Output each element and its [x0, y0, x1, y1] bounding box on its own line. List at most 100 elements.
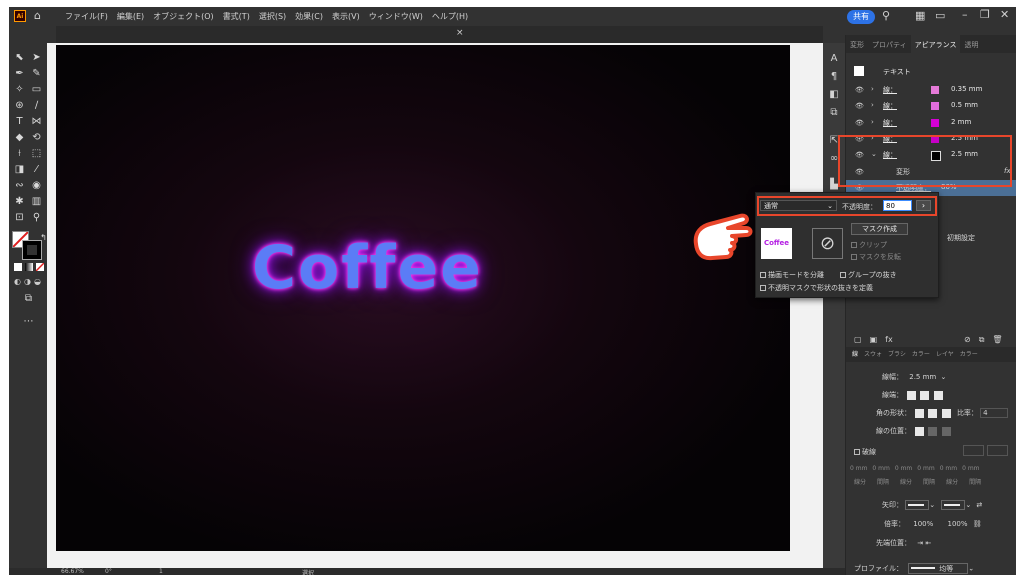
gradient-tool-icon[interactable]: ◨ [13, 163, 26, 176]
graph-tool-icon[interactable]: ▥ [30, 195, 43, 208]
isolate-blending-option[interactable]: 描画モードを分離 [760, 270, 824, 280]
arrange-documents-icon[interactable]: ▦ [915, 10, 925, 22]
menu-file[interactable]: ファイル(F) [65, 11, 108, 22]
zoom-level[interactable]: 66.67% [61, 568, 84, 575]
close-window-icon[interactable]: ✕ [1000, 9, 1009, 21]
stroke-weight[interactable]: 2 mm [951, 118, 971, 126]
stroke-row-1[interactable]: 👁 › 線： 0.35 mm [846, 82, 1016, 98]
end-scale[interactable]: 100% [947, 520, 967, 528]
paintbrush-tool-icon[interactable]: ∕ [30, 99, 43, 112]
start-arrow-select[interactable] [905, 500, 930, 510]
stroke-weight[interactable]: 0.35 mm [951, 85, 982, 93]
tab-transform[interactable]: 変形 [846, 35, 868, 53]
reflect-tool-icon[interactable]: ⋈ [30, 115, 43, 128]
eyedropper-tool-icon[interactable]: ⁄ [30, 163, 43, 176]
gap-3[interactable]: 0 mm [962, 465, 979, 472]
add-stroke-icon[interactable]: ▢ [854, 335, 862, 344]
knockout-group-option[interactable]: グループの抜き [840, 270, 897, 280]
profile-select[interactable]: 均等 [908, 563, 969, 574]
popup-opacity-input[interactable]: 80 [883, 200, 912, 211]
align-outside-button[interactable] [941, 426, 951, 436]
tab-properties[interactable]: プロパティ [868, 35, 911, 53]
eraser-tool-icon[interactable]: ◆ [13, 131, 26, 144]
invert-mask-option[interactable]: マスクを反転 [851, 252, 901, 262]
round-cap-button[interactable] [920, 390, 930, 400]
artboard-tool-icon[interactable]: ⊡ [13, 211, 26, 224]
opacity-slider-button[interactable]: › [916, 200, 931, 211]
tab-brushes[interactable]: ブラシ [888, 347, 906, 362]
dashed-label[interactable]: 破線 [862, 448, 876, 456]
home-icon[interactable]: ⌂ [34, 10, 41, 22]
chevron-right-icon[interactable]: › [871, 85, 874, 93]
minimize-icon[interactable]: – [962, 9, 968, 21]
live-paint-tool-icon[interactable]: ◉ [30, 179, 43, 192]
glyphs-panel-icon[interactable]: ⧉ [828, 107, 840, 119]
restore-icon[interactable]: ❐ [980, 9, 990, 21]
tab-swatches[interactable]: スウォ [864, 347, 882, 362]
width-tool-icon[interactable]: ⟊ [13, 147, 26, 160]
butt-cap-button[interactable] [907, 390, 917, 400]
rectangle-tool-icon[interactable]: ▭ [30, 83, 43, 96]
duplicate-item-icon[interactable]: ⧉ [979, 335, 985, 345]
menu-view[interactable]: 表示(V) [332, 11, 360, 22]
visibility-eye-icon[interactable]: 👁 [855, 102, 864, 110]
menu-object[interactable]: オブジェクト(O) [153, 11, 214, 22]
selection-tool-icon[interactable]: ⬉ [13, 51, 26, 64]
menu-help[interactable]: ヘルプ(H) [432, 11, 468, 22]
stroke-row-2[interactable]: 👁 › 線： 0.5 mm [846, 98, 1016, 114]
workspace-icon[interactable]: ▭ [935, 10, 945, 22]
dash-exact-button[interactable] [963, 445, 984, 456]
reset-label[interactable]: 初期設定 [947, 233, 975, 243]
blend-mode-select[interactable]: 通常 ⌄ [760, 200, 837, 211]
direct-selection-tool-icon[interactable]: ➤ [30, 51, 43, 64]
coffee-neon-text[interactable]: Coffee [252, 233, 483, 303]
align-inside-button[interactable] [928, 426, 938, 436]
stroke-row-3[interactable]: 👁 › 線： 2 mm [846, 115, 1016, 131]
magic-wand-tool-icon[interactable]: ✧ [13, 83, 26, 96]
menu-window[interactable]: ウィンドウ(W) [369, 11, 423, 22]
draw-normal-icon[interactable]: ◐ [14, 277, 21, 286]
dashed-checkbox[interactable] [854, 449, 860, 455]
chevron-down-icon[interactable]: ⌄ [940, 373, 946, 381]
add-fill-icon[interactable]: ▣ [870, 335, 878, 344]
draw-behind-icon[interactable]: ◑ [24, 277, 31, 286]
clear-appearance-icon[interactable]: ⊘ [964, 335, 971, 345]
visibility-eye-icon[interactable]: 👁 [855, 86, 864, 94]
tab-layers[interactable]: レイヤ [936, 347, 954, 362]
no-mask-icon[interactable]: ⊘ [812, 228, 843, 259]
current-tool[interactable]: 選択 [302, 568, 314, 575]
chevron-right-icon[interactable]: › [871, 101, 874, 109]
tab-appearance[interactable]: アピアランス [910, 35, 961, 53]
share-button[interactable]: 共有 [847, 10, 875, 24]
gap-1[interactable]: 0 mm [872, 465, 889, 472]
tab-stroke[interactable]: 線 [852, 347, 858, 362]
symbol-sprayer-tool-icon[interactable]: ✱ [13, 195, 26, 208]
screen-mode-icon[interactable]: ⧉ [22, 292, 35, 305]
stroke-color-swatch[interactable] [931, 102, 939, 110]
menu-effect[interactable]: 効果(C) [295, 11, 323, 22]
delete-item-icon[interactable]: 🗑 [992, 335, 1002, 345]
round-join-button[interactable] [928, 408, 938, 418]
none-icon[interactable] [36, 263, 44, 271]
add-effect-icon[interactable]: fx [885, 335, 893, 344]
zoom-tool-icon[interactable]: ⚲ [30, 211, 43, 224]
tab-transparency[interactable]: 透明 [960, 35, 982, 53]
arrow-extend-icon[interactable]: ⇥ [917, 539, 923, 547]
stroke-label[interactable]: 線： [883, 101, 897, 111]
start-scale[interactable]: 100% [913, 520, 933, 528]
align-center-button[interactable] [915, 426, 925, 436]
draw-inside-icon[interactable]: ◒ [34, 277, 41, 286]
stroke-label[interactable]: 線： [883, 118, 897, 128]
stroke-color-swatch[interactable] [931, 119, 939, 127]
opentype-panel-icon[interactable]: ◧ [828, 89, 840, 101]
shape-builder-tool-icon[interactable]: ⊛ [13, 99, 26, 112]
tab-color[interactable]: カラー [912, 347, 930, 362]
gap-2[interactable]: 0 mm [917, 465, 934, 472]
limit-input[interactable]: 4 [980, 408, 1009, 418]
type-tool-icon[interactable]: T [13, 115, 26, 128]
curvature-tool-icon[interactable]: ✎ [30, 67, 43, 80]
visibility-eye-icon[interactable]: 👁 [855, 119, 864, 127]
stroke-weight[interactable]: 0.5 mm [951, 101, 978, 109]
dash-adjust-button[interactable] [987, 445, 1008, 456]
rotation-value[interactable]: 0° [105, 568, 112, 575]
